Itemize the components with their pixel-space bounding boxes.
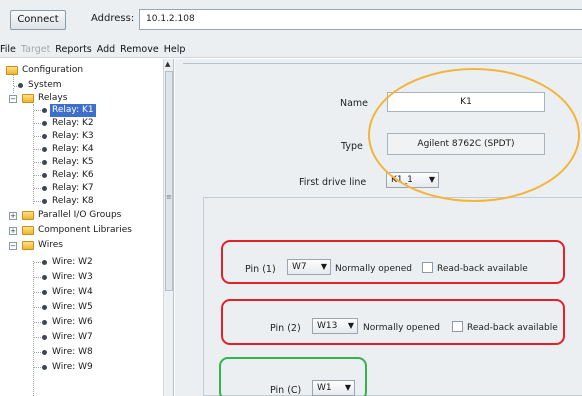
highlight-box-pinc: [219, 357, 367, 396]
scroll-up-icon[interactable]: ▲: [165, 60, 170, 68]
highlight-box-pin1: [221, 240, 565, 284]
menu-reports[interactable]: Reports: [55, 44, 91, 55]
address-input[interactable]: 10.1.2.108: [139, 9, 582, 30]
tree-item-relay-k7[interactable]: Relay: K7: [52, 182, 94, 195]
tree-line: [33, 261, 34, 396]
bullet-icon: [42, 160, 47, 165]
folder-icon: [22, 94, 34, 103]
tree-item-parallel-io[interactable]: Parallel I/O Groups: [38, 209, 121, 222]
address-label: Address:: [91, 13, 135, 24]
tree-line: [13, 75, 14, 86]
tree-item-relay-k4[interactable]: Relay: K4: [52, 143, 94, 156]
tree-item-wire-w4[interactable]: Wire: W4: [52, 286, 93, 299]
tree-item-relay-k1[interactable]: Relay: K1: [50, 104, 96, 117]
tree-item-wire-w7[interactable]: Wire: W7: [52, 331, 93, 344]
menu-bar: File Target Reports Add Remove Help: [0, 42, 582, 58]
tree-line: [33, 104, 34, 204]
highlight-box-pin2: [221, 299, 565, 345]
tree-item-wire-w8[interactable]: Wire: W8: [52, 346, 93, 359]
tree-item-component-libraries[interactable]: Component Libraries: [38, 224, 132, 237]
tree-line: [13, 88, 14, 93]
expand-icon[interactable]: +: [9, 212, 17, 220]
bullet-icon: [42, 260, 47, 265]
bullet-icon: [18, 83, 23, 88]
tree-item-wire-w6[interactable]: Wire: W6: [52, 316, 93, 329]
bullet-icon: [42, 320, 47, 325]
bullet-icon: [42, 275, 47, 280]
tree-item-relay-k2[interactable]: Relay: K2: [52, 117, 94, 130]
menu-target[interactable]: Target: [21, 44, 50, 55]
bullet-icon: [42, 134, 47, 139]
tree-item-relay-k8[interactable]: Relay: K8: [52, 195, 94, 208]
menu-add[interactable]: Add: [97, 44, 115, 55]
tree-item-relay-k6[interactable]: Relay: K6: [52, 169, 94, 182]
bullet-icon: [42, 173, 47, 178]
bullet-icon: [42, 350, 47, 355]
tree-item-configuration[interactable]: Configuration: [22, 64, 83, 77]
scroll-grip-icon: ≡: [166, 193, 172, 201]
menu-remove[interactable]: Remove: [120, 44, 159, 55]
menu-help[interactable]: Help: [164, 44, 186, 55]
bullet-icon: [42, 147, 47, 152]
expand-icon[interactable]: +: [9, 227, 17, 235]
tree-item-relay-k5[interactable]: Relay: K5: [52, 156, 94, 169]
first-drive-line-label: First drive line: [299, 177, 367, 188]
tree-item-relay-k3[interactable]: Relay: K3: [52, 130, 94, 143]
tree-item-system[interactable]: System: [28, 79, 62, 92]
highlight-ellipse: [368, 68, 580, 202]
folder-icon: [6, 66, 18, 75]
collapse-icon[interactable]: −: [9, 242, 17, 250]
bullet-icon: [42, 121, 47, 126]
type-label: Type: [341, 141, 363, 152]
bullet-icon: [42, 108, 47, 113]
collapse-icon[interactable]: −: [9, 95, 17, 103]
bullet-icon: [42, 186, 47, 191]
name-label: Name: [340, 98, 369, 109]
tree-item-wire-w9[interactable]: Wire: W9: [52, 361, 93, 374]
menu-file[interactable]: File: [0, 44, 16, 55]
folder-icon: [22, 241, 34, 250]
configuration-tree[interactable]: Configuration System − Relays Relay: K1 …: [0, 59, 174, 396]
panel-top-border: [183, 63, 582, 67]
bullet-icon: [42, 365, 47, 370]
bullet-icon: [42, 290, 47, 295]
tree-scroll-thumb[interactable]: [165, 71, 173, 291]
connect-button[interactable]: Connect: [10, 10, 66, 30]
bullet-icon: [42, 335, 47, 340]
tree-item-wires[interactable]: Wires: [38, 239, 63, 252]
tree-scrollbar[interactable]: ▲ ≡: [163, 59, 173, 396]
toolbar: Connect Address: 10.1.2.108: [0, 0, 582, 42]
folder-icon: [22, 211, 34, 220]
bullet-icon: [42, 199, 47, 204]
bullet-icon: [42, 305, 47, 310]
tree-item-wire-w3[interactable]: Wire: W3: [52, 271, 93, 284]
tree-item-wire-w2[interactable]: Wire: W2: [52, 256, 93, 269]
tree-item-wire-w5[interactable]: Wire: W5: [52, 301, 93, 314]
folder-icon: [22, 226, 34, 235]
